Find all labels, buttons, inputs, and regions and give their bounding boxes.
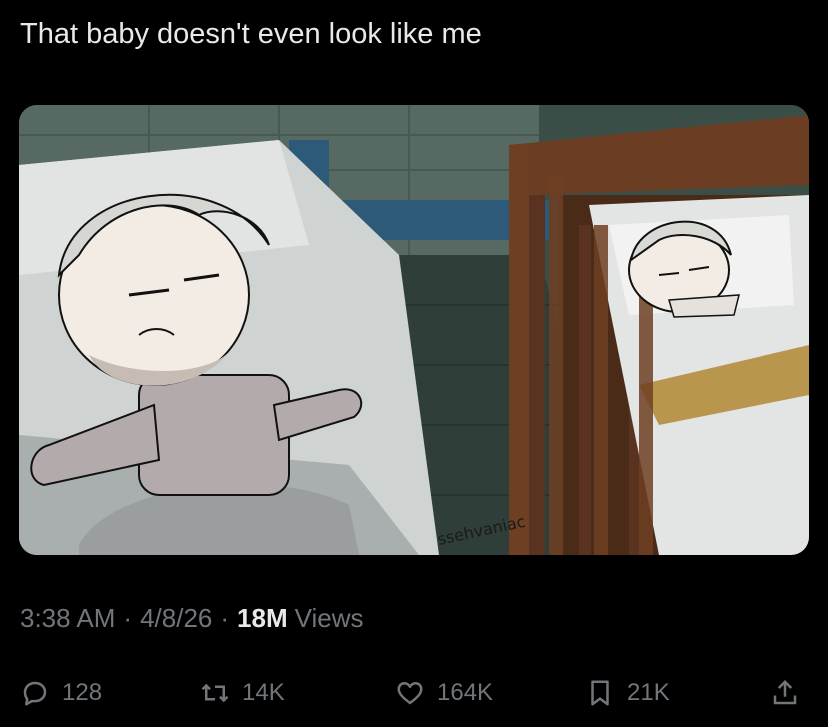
action-bar: 128 14K 164K 21K bbox=[0, 668, 828, 718]
like-button[interactable]: 164K bbox=[395, 668, 493, 718]
bookmark-button[interactable]: 21K bbox=[585, 668, 670, 718]
views-label: Views bbox=[294, 603, 364, 633]
tweet-date[interactable]: 4/8/26 bbox=[140, 603, 212, 634]
meta-separator: · bbox=[123, 603, 133, 633]
like-icon bbox=[397, 682, 423, 705]
repost-icon bbox=[201, 683, 229, 703]
repost-button[interactable]: 14K bbox=[200, 668, 285, 718]
views-count: 18M bbox=[237, 603, 288, 633]
tweet-meta: 3:38 AM · 4/8/26 · 18M Views bbox=[20, 603, 364, 634]
reply-count: 128 bbox=[62, 679, 103, 706]
bedroom-illustration: ssehvaniac bbox=[19, 105, 809, 555]
reply-button[interactable]: 128 bbox=[20, 668, 102, 718]
reply-icon bbox=[23, 681, 47, 706]
tweet-time[interactable]: 3:38 AM bbox=[20, 603, 115, 634]
bookmark-icon bbox=[591, 680, 609, 706]
share-button[interactable] bbox=[770, 668, 800, 718]
tweet-image[interactable]: ssehvaniac bbox=[19, 105, 809, 555]
bookmark-count: 21K bbox=[627, 679, 670, 706]
share-icon bbox=[773, 679, 797, 705]
like-count: 164K bbox=[437, 679, 494, 706]
tweet-text: That baby doesn't even look like me bbox=[20, 18, 482, 50]
meta-separator: · bbox=[220, 603, 230, 633]
repost-count: 14K bbox=[242, 679, 285, 706]
